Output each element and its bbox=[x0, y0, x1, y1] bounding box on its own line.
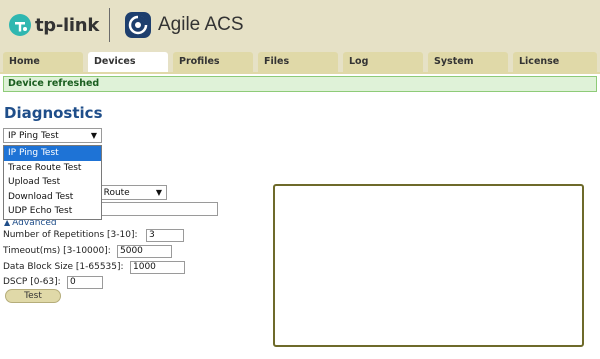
block-size-input[interactable]: 1000 bbox=[130, 261, 185, 274]
tp-link-logo-icon bbox=[9, 14, 31, 36]
timeout-label: Timeout(ms) [3-10000]: bbox=[3, 246, 111, 256]
dropdown-arrow-icon: ▼ bbox=[155, 188, 162, 197]
test-type-dropdown: IP Ping Test Trace Route Test Upload Tes… bbox=[3, 145, 102, 220]
agile-acs-logo-icon bbox=[125, 12, 151, 38]
dscp-label: DSCP [0-63]: bbox=[3, 277, 61, 287]
dropdown-option-ip-ping[interactable]: IP Ping Test bbox=[4, 146, 101, 161]
product-title: Agile ACS bbox=[158, 14, 244, 35]
dropdown-option-download[interactable]: Download Test bbox=[4, 190, 101, 205]
tab-profiles[interactable]: Profiles bbox=[173, 52, 253, 72]
tab-home[interactable]: Home bbox=[3, 52, 83, 72]
test-type-select[interactable]: IP Ping Test ▼ bbox=[3, 128, 102, 143]
brand-text: tp-link bbox=[35, 14, 99, 36]
result-output-box bbox=[273, 184, 584, 347]
repetitions-input[interactable]: 3 bbox=[146, 229, 184, 242]
tab-files[interactable]: Files bbox=[258, 52, 338, 72]
tab-underline bbox=[0, 72, 600, 74]
test-type-value: IP Ping Test bbox=[8, 131, 59, 141]
tab-log[interactable]: Log bbox=[343, 52, 423, 72]
dropdown-option-upload[interactable]: Upload Test bbox=[4, 175, 101, 190]
dropdown-arrow-icon: ▼ bbox=[90, 131, 97, 140]
tp-link-logo: tp-link bbox=[8, 10, 99, 40]
header-divider bbox=[109, 8, 110, 42]
dropdown-option-udp-echo[interactable]: UDP Echo Test bbox=[4, 204, 101, 219]
test-button[interactable]: Test bbox=[5, 289, 61, 303]
tab-system[interactable]: System bbox=[428, 52, 508, 72]
tab-license[interactable]: License bbox=[513, 52, 597, 72]
timeout-input[interactable]: 5000 bbox=[117, 245, 172, 258]
block-size-label: Data Block Size [1-65535]: bbox=[3, 262, 124, 272]
app-header: tp-link Agile ACS bbox=[0, 0, 600, 50]
status-notice: Device refreshed bbox=[3, 76, 597, 92]
repetitions-label: Number of Repetitions [3-10]: bbox=[3, 230, 138, 240]
dropdown-option-trace-route[interactable]: Trace Route Test bbox=[4, 161, 101, 176]
dscp-input[interactable]: 0 bbox=[67, 276, 103, 289]
page-title: Diagnostics bbox=[4, 104, 103, 122]
tab-devices[interactable]: Devices bbox=[88, 52, 168, 72]
